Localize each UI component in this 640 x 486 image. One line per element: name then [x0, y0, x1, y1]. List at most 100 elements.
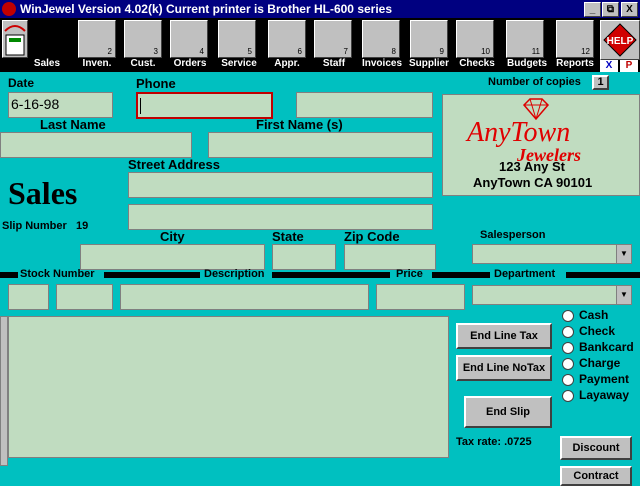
radio-label-charge: Charge [579, 356, 621, 370]
toolbar-button-inven[interactable]: 2 Inven. [74, 18, 120, 72]
phone-extra-field[interactable] [296, 92, 433, 118]
zip-label: Zip Code [344, 229, 400, 244]
toolbar-number: 12 [581, 47, 590, 56]
first-name-label: First Name (s) [256, 117, 343, 132]
divider [104, 272, 200, 278]
toolbar-button-cust[interactable]: 3 Cust. [120, 18, 166, 72]
slip-number-value: 19 [76, 220, 89, 232]
close-button[interactable]: X [621, 2, 638, 17]
stock-field-2[interactable] [56, 284, 113, 310]
app-icon[interactable] [2, 2, 16, 16]
microscope-icon: 6 [268, 20, 306, 58]
date-label: Date [8, 76, 35, 90]
end-line-notax-button[interactable]: End Line NoTax [456, 355, 552, 381]
toolbar-number: 6 [297, 47, 302, 56]
city-field[interactable] [80, 244, 265, 270]
toolbar-label: Appr. [274, 58, 300, 69]
salesperson-select[interactable]: ▼ [472, 244, 632, 264]
toolbar-label: Cust. [130, 58, 156, 69]
end-line-tax-button[interactable]: End Line Tax [456, 323, 552, 349]
toolbar: Sales 2 Inven. 3 Cust. 4 Orders 5 Service 6 Appr.… [0, 18, 640, 72]
price-field[interactable] [376, 284, 465, 310]
workbench-icon: 5 [218, 20, 256, 58]
store-info-panel: AnyTown Jewelers 123 Any St AnyTown CA 9… [442, 94, 640, 196]
help-button[interactable]: HELP [600, 20, 640, 60]
toolbar-button-service[interactable]: 5 Service [214, 18, 264, 72]
radio-bankcard[interactable] [562, 342, 574, 354]
tax-rate-text: Tax rate: .0725 [456, 436, 532, 448]
scrollbar[interactable] [0, 316, 8, 466]
toolbar-number: 4 [199, 47, 204, 56]
last-name-field[interactable] [0, 132, 192, 158]
toolbar-button-staff[interactable]: 7 Staff [310, 18, 358, 72]
stock-field-1[interactable] [8, 284, 49, 310]
state-field[interactable] [272, 244, 336, 270]
toolbar-number: 8 [391, 47, 396, 56]
zip-field[interactable] [344, 244, 436, 270]
street-field-2[interactable] [128, 204, 433, 230]
handshake-icon: 3 [124, 20, 162, 58]
toolbar-number: 9 [439, 47, 444, 56]
radio-label-check: Check [579, 324, 616, 338]
minimize-button[interactable]: _ [584, 2, 601, 17]
description-field[interactable] [120, 284, 369, 310]
radio-label-bankcard: Bankcard [579, 340, 634, 354]
copies-value[interactable]: 1 [592, 75, 609, 90]
divider [566, 272, 640, 278]
radio-payment[interactable] [562, 374, 574, 386]
description-label: Description [204, 268, 265, 280]
line-items-list[interactable] [8, 316, 449, 458]
toolbar-number: 10 [481, 47, 490, 56]
last-name-label: Last Name [40, 117, 106, 132]
street-field-1[interactable] [128, 172, 433, 198]
toolbar-number: 11 [531, 47, 540, 56]
radio-label-cash: Cash [579, 308, 609, 322]
slip-number-label: Slip Number [2, 220, 67, 232]
toolbar-button-supplier[interactable]: 9 Supplier [406, 18, 452, 72]
toolbar-button-invoices[interactable]: 8 Invoices [358, 18, 406, 72]
radio-layaway[interactable] [562, 390, 574, 402]
toolbar-button-orders[interactable]: 4 Orders [166, 18, 214, 72]
radio-cash[interactable] [562, 310, 574, 322]
order-book-icon: 4 [170, 20, 208, 58]
utilities-icon: 12 [556, 20, 594, 58]
date-field[interactable]: 6-16-98 [8, 92, 113, 118]
discount-button[interactable]: Discount [560, 436, 632, 460]
title-bar: WinJewel Version 4.02(k) Current printer… [0, 0, 640, 18]
chevron-down-icon[interactable]: ▼ [616, 286, 631, 304]
chevron-down-icon[interactable]: ▼ [616, 245, 631, 263]
maximize-button[interactable]: ⧉ [602, 2, 619, 17]
city-label: City [160, 229, 185, 244]
ring-icon: 2 [78, 20, 116, 58]
phone-field[interactable] [136, 92, 273, 119]
contract-button[interactable]: Contract [560, 466, 632, 486]
toolbar-button-appr[interactable]: 6 Appr. [264, 18, 310, 72]
page-title: Sales [8, 175, 78, 211]
toolbar-button-budgets[interactable]: 11 Budgets [502, 18, 552, 72]
radio-charge[interactable] [562, 358, 574, 370]
store-address-2: AnyTown CA 90101 [473, 175, 593, 190]
department-select[interactable]: ▼ [472, 285, 632, 305]
toolbar-label: Reports [556, 58, 594, 69]
divider [272, 272, 390, 278]
x-button[interactable]: X [600, 60, 618, 72]
p-button[interactable]: P [620, 60, 638, 72]
toolbar-label-sales[interactable]: Sales [30, 18, 64, 72]
toolbar-button-checks[interactable]: 10 Checks [452, 18, 502, 72]
checkbook-icon: 10 [456, 20, 494, 58]
toolbar-button-sales[interactable] [0, 18, 30, 72]
help-label: HELP [607, 36, 634, 47]
toolbar-label: Sales [33, 58, 61, 69]
radio-label-layaway: Layaway [579, 388, 630, 402]
toolbar-number: 2 [107, 47, 112, 56]
toolbar-label: Budgets [507, 58, 547, 69]
help-icon: HELP [603, 23, 637, 57]
salesperson-label: Salesperson [480, 229, 546, 241]
state-label: State [272, 229, 304, 244]
first-name-field[interactable] [208, 132, 433, 158]
price-label: Price [396, 268, 423, 280]
toolbar-button-reports[interactable]: 12 Reports [552, 18, 598, 72]
toolbar-label: Staff [322, 58, 346, 69]
radio-check[interactable] [562, 326, 574, 338]
end-slip-button[interactable]: End Slip [464, 396, 552, 428]
